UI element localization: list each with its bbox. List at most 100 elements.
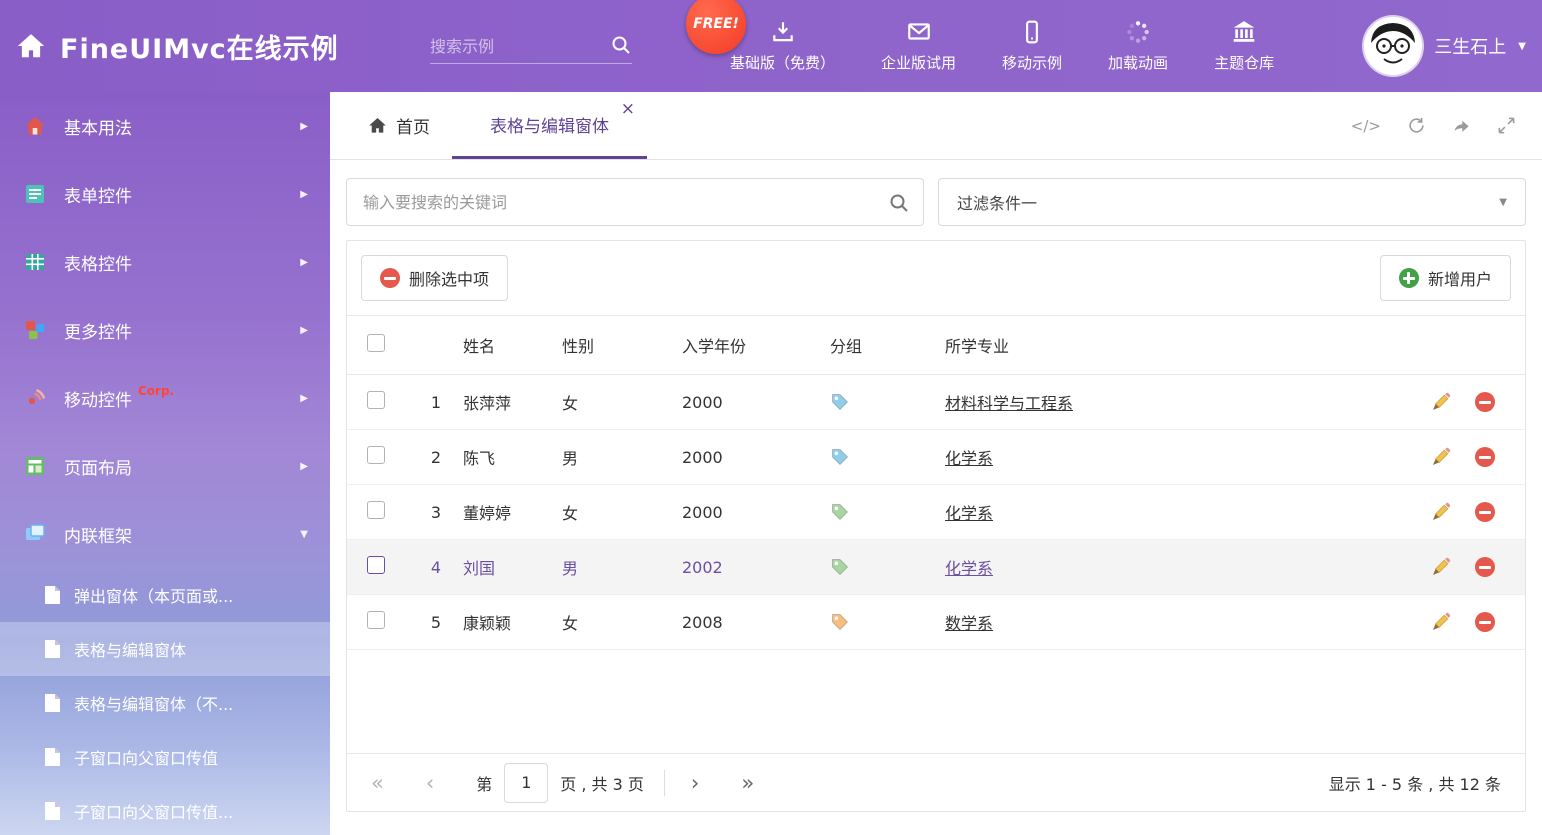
major-link[interactable]: 化学系 bbox=[945, 504, 993, 523]
sidebar-item-more-controls[interactable]: 更多控件 ▶ bbox=[0, 296, 330, 364]
row-checkbox[interactable] bbox=[367, 391, 385, 409]
delete-icon[interactable] bbox=[1475, 612, 1495, 632]
share-icon[interactable] bbox=[1452, 116, 1471, 135]
spinner-icon bbox=[1125, 19, 1151, 45]
delete-icon[interactable] bbox=[1475, 447, 1495, 467]
sidebar-subitem-grid-edit-window-2[interactable]: 表格与编辑窗体（不... bbox=[0, 676, 330, 730]
major-link[interactable]: 材料科学与工程系 bbox=[945, 394, 1073, 413]
app-title: FineUIMvc在线示例 bbox=[60, 27, 339, 66]
nav-mobile-demo[interactable]: 移动示例 bbox=[1002, 19, 1062, 73]
table-row-selected[interactable]: 4 刘国 男 2002 化学系 bbox=[347, 540, 1525, 595]
file-icon bbox=[44, 693, 61, 713]
filter-dropdown-value: 过滤条件一 bbox=[957, 190, 1037, 214]
page-input[interactable] bbox=[504, 763, 548, 803]
search-input[interactable] bbox=[347, 179, 923, 225]
sidebar-item-inline-frame[interactable]: 内联框架 ▼ bbox=[0, 500, 330, 568]
row-checkbox[interactable] bbox=[367, 501, 385, 519]
tag-icon bbox=[830, 392, 945, 412]
signal-icon bbox=[22, 385, 48, 411]
sidebar-subitem-child-to-parent-2[interactable]: 子窗口向父窗口传值... bbox=[0, 784, 330, 835]
expand-icon[interactable] bbox=[1497, 116, 1516, 135]
layout-icon bbox=[22, 453, 48, 479]
row-checkbox[interactable] bbox=[367, 611, 385, 629]
grid-toolbar: 删除选中项 新增用户 bbox=[347, 241, 1525, 315]
search-icon bbox=[610, 34, 632, 56]
sidebar: 基本用法 ▶ 表单控件 ▶ 表格控件 ▶ 更多控件 ▶ 移动控件 Corp. ▶ bbox=[0, 92, 330, 835]
col-header-gender: 性别 bbox=[562, 333, 682, 357]
bank-icon bbox=[1231, 19, 1257, 45]
nav-loading-animation[interactable]: 加载动画 bbox=[1108, 19, 1168, 73]
filter-dropdown[interactable]: 过滤条件一 ▼ bbox=[938, 178, 1526, 226]
col-header-major: 所学专业 bbox=[945, 333, 1395, 357]
chevron-down-icon: ▼ bbox=[300, 529, 308, 540]
sidebar-item-form-controls[interactable]: 表单控件 ▶ bbox=[0, 160, 330, 228]
table-row[interactable]: 1 张萍萍 女 2000 材料科学与工程系 bbox=[347, 375, 1525, 430]
tag-icon bbox=[830, 557, 945, 577]
edit-icon[interactable] bbox=[1431, 447, 1451, 467]
tab-tools: </> bbox=[1351, 92, 1542, 159]
edit-icon[interactable] bbox=[1431, 557, 1451, 577]
first-page-button[interactable]: « bbox=[371, 771, 384, 795]
major-link[interactable]: 数学系 bbox=[945, 614, 993, 633]
last-page-button[interactable]: » bbox=[741, 771, 754, 795]
table-row[interactable]: 5 康颖颖 女 2008 数学系 bbox=[347, 595, 1525, 650]
sidebar-subitem-child-to-parent[interactable]: 子窗口向父窗口传值 bbox=[0, 730, 330, 784]
next-page-button[interactable]: › bbox=[691, 771, 699, 795]
page-content: 过滤条件一 ▼ 删除选中项 新增用户 姓名 性别 入学年份 bbox=[330, 160, 1542, 835]
col-header-year: 入学年份 bbox=[682, 333, 830, 357]
header-search-placeholder: 搜索示例 bbox=[430, 33, 610, 57]
refresh-icon[interactable] bbox=[1407, 116, 1426, 135]
close-icon[interactable]: × bbox=[621, 101, 635, 118]
code-icon[interactable]: </> bbox=[1351, 117, 1381, 135]
row-checkbox[interactable] bbox=[367, 446, 385, 464]
select-all-checkbox[interactable] bbox=[367, 334, 385, 352]
chevron-right-icon: ▶ bbox=[300, 393, 308, 404]
home-icon bbox=[22, 113, 48, 139]
nav-theme-store[interactable]: 主题仓库 bbox=[1214, 19, 1274, 73]
sidebar-subitem-grid-edit-window[interactable]: 表格与编辑窗体 bbox=[0, 622, 330, 676]
sidebar-item-mobile-controls[interactable]: 移动控件 Corp. ▶ bbox=[0, 364, 330, 432]
corp-badge: Corp. bbox=[138, 384, 174, 398]
edit-icon[interactable] bbox=[1431, 502, 1451, 522]
row-checkbox[interactable] bbox=[367, 556, 385, 574]
tab-grid-edit-window[interactable]: 表格与编辑窗体 × bbox=[452, 92, 647, 159]
sidebar-item-basic-usage[interactable]: 基本用法 ▶ bbox=[0, 92, 330, 160]
table-empty-space bbox=[347, 650, 1525, 753]
blocks-icon bbox=[22, 317, 48, 343]
tab-home[interactable]: 首页 bbox=[346, 92, 452, 159]
caret-down-icon: ▼ bbox=[1499, 197, 1507, 208]
file-icon bbox=[44, 585, 61, 605]
user-menu[interactable]: 三生石上 ▼ bbox=[1364, 0, 1526, 92]
header-search[interactable]: 搜索示例 bbox=[430, 26, 632, 64]
header-nav: 基础版（免费） 企业版试用 移动示例 加载动画 主题仓库 bbox=[730, 0, 1274, 92]
grid-panel: 删除选中项 新增用户 姓名 性别 入学年份 分组 所学专业 1 bbox=[346, 240, 1526, 812]
file-icon bbox=[44, 639, 61, 659]
search-icon[interactable] bbox=[888, 192, 910, 218]
form-icon bbox=[22, 181, 48, 207]
delete-icon[interactable] bbox=[1475, 557, 1495, 577]
edit-icon[interactable] bbox=[1431, 612, 1451, 632]
sidebar-item-grid-controls[interactable]: 表格控件 ▶ bbox=[0, 228, 330, 296]
delete-selected-button[interactable]: 删除选中项 bbox=[361, 255, 508, 301]
prev-page-button[interactable]: ‹ bbox=[426, 771, 434, 795]
nav-enterprise-trial[interactable]: 企业版试用 bbox=[881, 19, 956, 73]
add-user-button[interactable]: 新增用户 bbox=[1380, 255, 1511, 301]
sidebar-subitem-popup-window[interactable]: 弹出窗体（本页面或... bbox=[0, 568, 330, 622]
caret-down-icon: ▼ bbox=[1518, 41, 1526, 52]
frames-icon bbox=[22, 521, 48, 547]
brand[interactable]: FineUIMvc在线示例 bbox=[16, 0, 339, 92]
mobile-icon bbox=[1019, 19, 1045, 45]
filter-row: 过滤条件一 ▼ bbox=[346, 178, 1526, 226]
file-icon bbox=[44, 801, 61, 821]
major-link[interactable]: 化学系 bbox=[945, 559, 993, 578]
table-header: 姓名 性别 入学年份 分组 所学专业 bbox=[347, 315, 1525, 375]
delete-icon[interactable] bbox=[1475, 392, 1495, 412]
chevron-right-icon: ▶ bbox=[300, 189, 308, 200]
major-link[interactable]: 化学系 bbox=[945, 449, 993, 468]
delete-icon[interactable] bbox=[1475, 502, 1495, 522]
table-icon bbox=[22, 249, 48, 275]
sidebar-item-page-layout[interactable]: 页面布局 ▶ bbox=[0, 432, 330, 500]
edit-icon[interactable] bbox=[1431, 392, 1451, 412]
table-row[interactable]: 3 董婷婷 女 2000 化学系 bbox=[347, 485, 1525, 540]
table-row[interactable]: 2 陈飞 男 2000 化学系 bbox=[347, 430, 1525, 485]
